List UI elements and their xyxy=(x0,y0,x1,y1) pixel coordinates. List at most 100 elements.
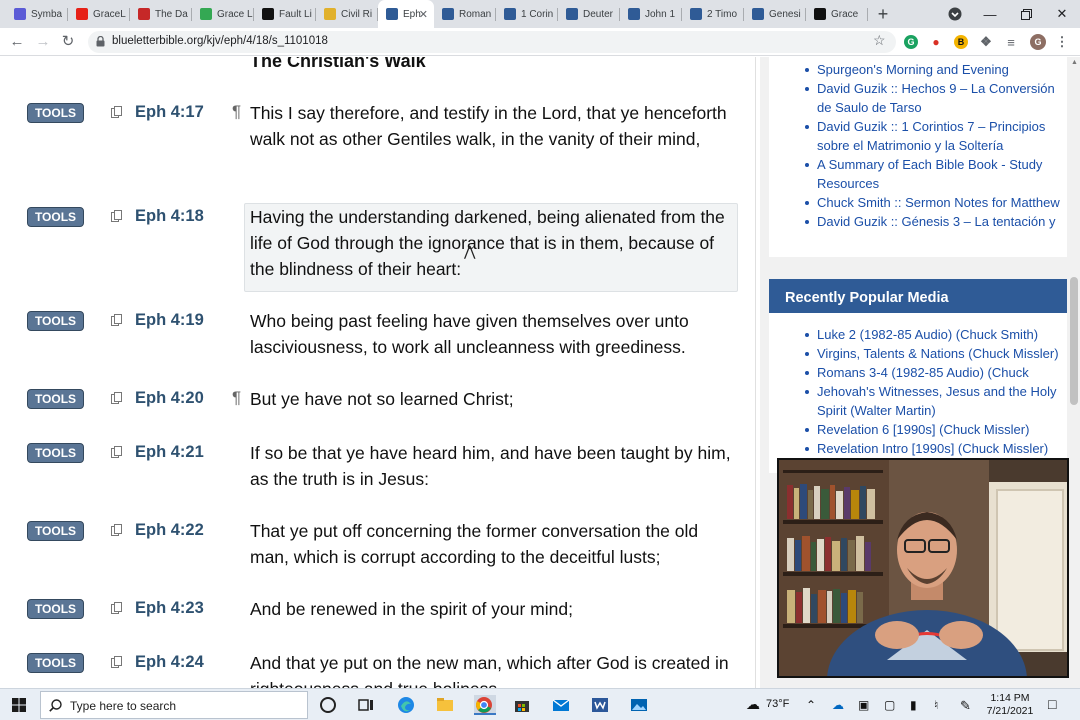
sidebar-link[interactable]: Luke 2 (1982-85 Audio) (Chuck Smith) xyxy=(817,325,1062,344)
browser-menu-icon[interactable]: ⋮ xyxy=(1055,34,1069,49)
copy-verse-icon[interactable] xyxy=(111,656,122,668)
record-extension-icon[interactable]: ● xyxy=(929,35,943,49)
copy-verse-icon[interactable] xyxy=(111,210,122,222)
taskbar-search-box[interactable]: Type here to search xyxy=(40,691,308,719)
cortana-icon[interactable] xyxy=(318,695,338,715)
tools-button[interactable]: TOOLS xyxy=(27,389,84,409)
tools-button[interactable]: TOOLS xyxy=(27,311,84,331)
verse-reference-link[interactable]: Eph 4:18 xyxy=(135,207,204,226)
browser-tab[interactable]: Grace L xyxy=(192,0,254,28)
verse-reference-link[interactable]: Eph 4:21 xyxy=(135,443,204,462)
verse-text[interactable]: And be renewed in the spirit of your min… xyxy=(250,596,738,622)
maximize-icon[interactable] xyxy=(1008,0,1044,28)
weather-cloud-icon[interactable]: ☁ xyxy=(746,696,760,713)
copy-verse-icon[interactable] xyxy=(111,524,122,536)
tools-button[interactable]: TOOLS xyxy=(27,521,84,541)
browser-tab[interactable]: Grace xyxy=(806,0,868,28)
reading-list-icon[interactable]: ≡ xyxy=(1004,35,1018,50)
verse-text[interactable]: But ye have not so learned Christ; xyxy=(250,386,738,412)
copy-verse-icon[interactable] xyxy=(111,314,122,326)
forward-arrow-icon[interactable]: → xyxy=(33,33,53,51)
file-explorer-icon[interactable] xyxy=(435,695,455,715)
verse-text[interactable]: If so be that ye have heard him, and hav… xyxy=(250,440,738,492)
store-icon[interactable] xyxy=(512,695,532,715)
new-tab-button[interactable]: + xyxy=(868,0,898,28)
sidebar-link[interactable]: A Summary of Each Bible Book - Study Res… xyxy=(817,155,1062,193)
verse-reference-link[interactable]: Eph 4:17 xyxy=(135,103,204,122)
extensions-puzzle-icon[interactable]: ❖ xyxy=(979,34,993,49)
notification-center-icon[interactable]: □ xyxy=(1048,696,1056,712)
address-bar[interactable]: blueletterbible.org/kjv/eph/4/18/s_11010… xyxy=(88,31,896,53)
tools-button[interactable]: TOOLS xyxy=(27,653,84,673)
tools-button[interactable]: TOOLS xyxy=(27,103,84,123)
browser-tab[interactable]: Symba xyxy=(6,0,68,28)
tools-button[interactable]: TOOLS xyxy=(27,207,84,227)
meet-now-icon[interactable]: ▣ xyxy=(858,698,869,712)
scroll-up-arrow-icon[interactable]: ▲ xyxy=(1071,59,1078,66)
sidebar-link[interactable]: Revelation Intro [1990s] (Chuck Missler) xyxy=(817,439,1062,458)
verse-text[interactable]: That ye put off concerning the former co… xyxy=(250,518,738,570)
scrollbar-thumb[interactable] xyxy=(1070,277,1078,405)
onedrive-icon[interactable]: ☁ xyxy=(832,698,844,712)
edge-browser-icon[interactable] xyxy=(396,695,416,715)
page-scrollbar[interactable]: ▲ xyxy=(1068,57,1080,688)
copy-verse-icon[interactable] xyxy=(111,446,122,458)
sidebar-link[interactable]: Jehovah's Witnesses, Jesus and the Holy … xyxy=(817,382,1062,420)
browser-tab[interactable]: John 1 xyxy=(620,0,682,28)
browser-tab[interactable]: 2 Timo xyxy=(682,0,744,28)
verse-text[interactable]: Who being past feeling have given themse… xyxy=(250,308,738,360)
verse-text[interactable]: And that ye put on the new man, which af… xyxy=(250,650,738,688)
verse-reference-link[interactable]: Eph 4:23 xyxy=(135,599,204,618)
task-view-icon[interactable] xyxy=(356,695,376,715)
copy-verse-icon[interactable] xyxy=(111,392,122,404)
weather-temperature[interactable]: 73°F xyxy=(766,698,789,710)
sidebar-link[interactable]: Virgins, Talents & Nations (Chuck Missle… xyxy=(817,344,1062,363)
b-extension-icon[interactable]: B xyxy=(954,35,968,49)
chrome-taskbar-icon[interactable] xyxy=(474,695,496,715)
copy-verse-icon[interactable] xyxy=(111,602,122,614)
verse-text[interactable]: Having the understanding darkened, being… xyxy=(250,204,738,282)
sidebar-link[interactable]: Spurgeon's Morning and Evening xyxy=(817,60,1062,79)
minimize-icon[interactable]: — xyxy=(972,0,1008,28)
browser-tab[interactable]: Civil Ri xyxy=(316,0,378,28)
network-icon[interactable]: ▢ xyxy=(884,698,895,712)
back-arrow-icon[interactable]: ← xyxy=(7,33,27,51)
browser-tab[interactable]: Eph ✕ xyxy=(378,0,434,28)
browser-tab[interactable]: The Da xyxy=(130,0,192,28)
browser-tab[interactable]: 1 Corin xyxy=(496,0,558,28)
browser-tab[interactable]: GraceL xyxy=(68,0,130,28)
copy-verse-icon[interactable] xyxy=(111,106,122,118)
photos-icon[interactable] xyxy=(629,695,649,715)
system-clock[interactable]: 1:14 PM 7/21/2021 xyxy=(985,692,1035,718)
sidebar-link[interactable]: David Guzik :: 1 Corintios 7 – Principio… xyxy=(817,117,1062,155)
battery-icon[interactable]: ▮ xyxy=(910,698,917,712)
word-icon[interactable] xyxy=(590,695,610,715)
verse-reference-link[interactable]: Eph 4:22 xyxy=(135,521,204,540)
tab-search-icon[interactable] xyxy=(937,0,973,28)
reload-icon[interactable]: ↻ xyxy=(58,33,78,51)
profile-avatar[interactable]: G xyxy=(1030,34,1046,50)
tab-close-icon[interactable]: ✕ xyxy=(419,8,428,21)
tools-button[interactable]: TOOLS xyxy=(27,599,84,619)
browser-tab[interactable]: Roman xyxy=(434,0,496,28)
sidebar-link[interactable]: David Guzik :: Génesis 3 – La tentación … xyxy=(817,212,1062,231)
volume-icon[interactable]: ♮ xyxy=(934,698,938,712)
bookmark-star-icon[interactable]: ☆ xyxy=(873,32,886,49)
pen-icon[interactable]: ✎ xyxy=(960,698,971,714)
close-window-icon[interactable]: ✕ xyxy=(1044,0,1080,28)
sidebar-link[interactable]: Revelation 6 [1990s] (Chuck Missler) xyxy=(817,420,1062,439)
sidebar-link[interactable]: Chuck Smith :: Sermon Notes for Matthew xyxy=(817,193,1062,212)
mail-icon[interactable] xyxy=(551,695,571,715)
windows-start-icon[interactable] xyxy=(12,698,26,712)
verse-text[interactable]: This I say therefore, and testify in the… xyxy=(250,100,738,152)
verse-reference-link[interactable]: Eph 4:20 xyxy=(135,389,204,408)
verse-reference-link[interactable]: Eph 4:24 xyxy=(135,653,204,672)
tools-button[interactable]: TOOLS xyxy=(27,443,84,463)
browser-tab[interactable]: Genesi xyxy=(744,0,806,28)
grammarly-extension-icon[interactable]: G xyxy=(904,35,918,49)
verse-reference-link[interactable]: Eph 4:19 xyxy=(135,311,204,330)
sidebar-link[interactable]: Romans 3-4 (1982-85 Audio) (Chuck Smith) xyxy=(817,363,1062,382)
show-hidden-icons-chevron-icon[interactable]: ⌃ xyxy=(806,698,816,712)
browser-tab[interactable]: Fault Li xyxy=(254,0,316,28)
browser-tab[interactable]: Deuter xyxy=(558,0,620,28)
